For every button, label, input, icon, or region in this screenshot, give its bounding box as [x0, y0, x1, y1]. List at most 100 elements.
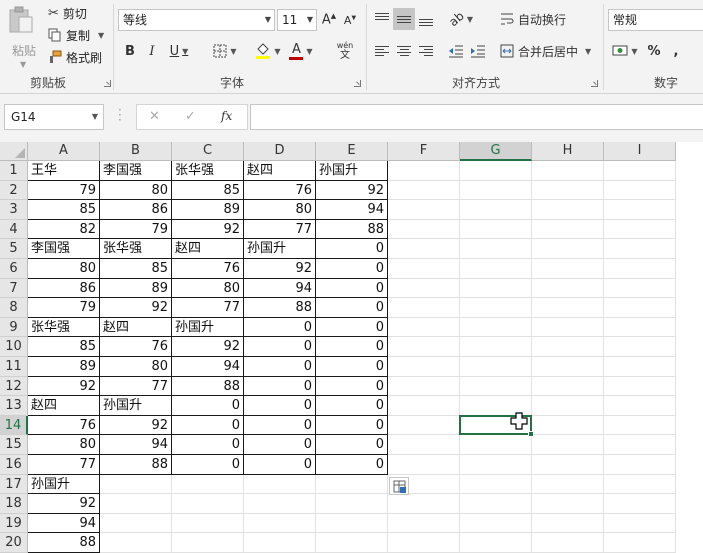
cell-i2[interactable]: [604, 180, 676, 201]
align-left-button[interactable]: [372, 41, 392, 61]
cell-b19[interactable]: [100, 513, 172, 534]
accounting-format-button[interactable]: ▼: [610, 41, 640, 61]
cell-c7[interactable]: 80: [172, 278, 244, 299]
cell-i6[interactable]: [604, 259, 676, 279]
cell-a20[interactable]: 88: [28, 533, 100, 553]
cell-e18[interactable]: [316, 494, 388, 514]
cell-e4[interactable]: 88: [316, 219, 388, 240]
cell-f15[interactable]: [388, 435, 460, 455]
cell-h11[interactable]: [532, 357, 604, 377]
cell-i4[interactable]: [604, 219, 676, 240]
cell-b20[interactable]: [100, 533, 172, 553]
cell-c5[interactable]: 赵四: [172, 239, 244, 259]
cell-c12[interactable]: 88: [172, 376, 244, 397]
row-header-18[interactable]: 18: [0, 494, 28, 514]
row-header-11[interactable]: 11: [0, 357, 28, 377]
cell-e9[interactable]: 0: [316, 317, 388, 338]
align-right-button[interactable]: [416, 41, 436, 61]
cell-h15[interactable]: [532, 435, 604, 455]
alignment-launcher-icon[interactable]: [591, 80, 598, 87]
decrease-indent-button[interactable]: [446, 41, 466, 61]
fill-handle[interactable]: [528, 431, 534, 438]
cell-a4[interactable]: 82: [28, 219, 100, 240]
cell-h7[interactable]: [532, 278, 604, 299]
cell-a10[interactable]: 85: [28, 337, 100, 357]
cell-a9[interactable]: 张华强: [28, 317, 100, 338]
cell-b15[interactable]: 94: [100, 435, 172, 455]
cell-d4[interactable]: 77: [244, 219, 316, 240]
cell-i16[interactable]: [604, 455, 676, 475]
cell-c10[interactable]: 92: [172, 337, 244, 357]
cell-h4[interactable]: [532, 219, 604, 240]
cell-e7[interactable]: 0: [316, 278, 388, 299]
increase-indent-button[interactable]: [468, 41, 488, 61]
cell-c1[interactable]: 张华强: [172, 161, 244, 181]
cell-a16[interactable]: 77: [28, 455, 100, 475]
phonetic-guide-button[interactable]: wén 文: [328, 38, 362, 64]
cell-g7[interactable]: [460, 278, 532, 299]
cell-c2[interactable]: 85: [172, 180, 244, 201]
comma-style-button[interactable]: ,: [668, 41, 684, 61]
row-header-2[interactable]: 2: [0, 180, 28, 201]
cell-c15[interactable]: 0: [172, 435, 244, 455]
cell-h14[interactable]: [532, 415, 604, 436]
cell-a18[interactable]: 92: [28, 494, 100, 514]
cell-h20[interactable]: [532, 533, 604, 553]
cell-h6[interactable]: [532, 259, 604, 279]
cell-f1[interactable]: [388, 161, 460, 181]
cell-b3[interactable]: 86: [100, 200, 172, 220]
cell-h10[interactable]: [532, 337, 604, 357]
cell-c20[interactable]: [172, 533, 244, 553]
cell-b8[interactable]: 92: [100, 298, 172, 318]
cell-f5[interactable]: [388, 239, 460, 259]
cell-f16[interactable]: [388, 455, 460, 475]
cell-a13[interactable]: 赵四: [28, 396, 100, 416]
cell-e5[interactable]: 0: [316, 239, 388, 259]
cell-g3[interactable]: [460, 200, 532, 220]
cell-e15[interactable]: 0: [316, 435, 388, 455]
align-middle-button[interactable]: [393, 8, 415, 30]
font-color-button[interactable]: A ▼: [285, 40, 317, 62]
cell-d11[interactable]: 0: [244, 357, 316, 377]
cell-f7[interactable]: [388, 278, 460, 299]
cell-f8[interactable]: [388, 298, 460, 318]
cell-e12[interactable]: 0: [316, 376, 388, 397]
cell-a6[interactable]: 80: [28, 259, 100, 279]
column-header-h[interactable]: H: [532, 142, 604, 161]
cell-f11[interactable]: [388, 357, 460, 377]
cell-h3[interactable]: [532, 200, 604, 220]
row-header-14[interactable]: 14: [0, 415, 28, 436]
cell-b1[interactable]: 李国强: [100, 161, 172, 181]
row-header-16[interactable]: 16: [0, 455, 28, 475]
cell-i1[interactable]: [604, 161, 676, 181]
merge-center-button[interactable]: 合并后居中 ▼: [500, 40, 600, 62]
cell-g10[interactable]: [460, 337, 532, 357]
cell-i18[interactable]: [604, 494, 676, 514]
cell-g9[interactable]: [460, 317, 532, 338]
underline-button[interactable]: U ▼: [165, 41, 193, 61]
cell-b7[interactable]: 89: [100, 278, 172, 299]
cell-e19[interactable]: [316, 513, 388, 534]
cell-b17[interactable]: [100, 474, 172, 495]
cell-d10[interactable]: 0: [244, 337, 316, 357]
clipboard-launcher-icon[interactable]: [104, 80, 111, 87]
column-header-c[interactable]: C: [172, 142, 244, 161]
cell-h19[interactable]: [532, 513, 604, 534]
row-header-5[interactable]: 5: [0, 239, 28, 259]
cell-c14[interactable]: 0: [172, 415, 244, 436]
cell-h16[interactable]: [532, 455, 604, 475]
cell-i8[interactable]: [604, 298, 676, 318]
cancel-icon[interactable]: ✕: [149, 109, 160, 124]
cell-a11[interactable]: 89: [28, 357, 100, 377]
cell-h8[interactable]: [532, 298, 604, 318]
border-button[interactable]: ▼: [209, 41, 241, 61]
cell-f3[interactable]: [388, 200, 460, 220]
enter-icon[interactable]: ✓: [185, 109, 196, 124]
cell-d20[interactable]: [244, 533, 316, 553]
cell-i10[interactable]: [604, 337, 676, 357]
cell-a5[interactable]: 李国强: [28, 239, 100, 259]
cell-d17[interactable]: [244, 474, 316, 495]
cell-e10[interactable]: 0: [316, 337, 388, 357]
fill-color-button[interactable]: ▼: [252, 40, 284, 62]
cell-a7[interactable]: 86: [28, 278, 100, 299]
